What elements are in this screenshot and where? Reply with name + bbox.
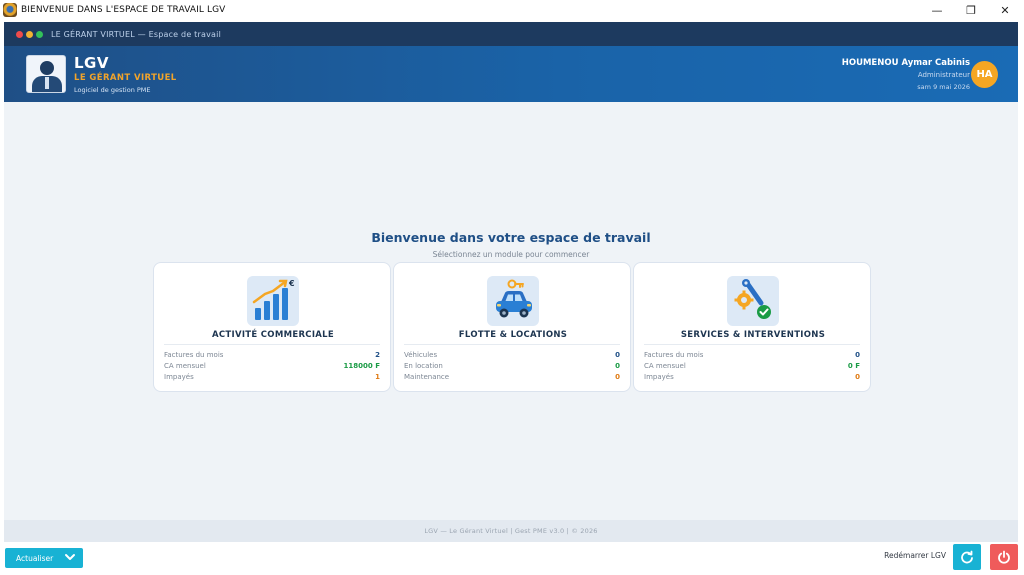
stat-label: Maintenance xyxy=(404,373,450,381)
card-divider xyxy=(164,344,380,345)
stat-row: En location 0 xyxy=(404,362,620,373)
stat-label: Impayés xyxy=(164,373,194,381)
stat-row: Factures du mois 0 xyxy=(644,351,860,362)
restart-button[interactable] xyxy=(953,544,981,570)
module-card-services[interactable]: SERVICES & INTERVENTIONS Factures du moi… xyxy=(633,262,871,392)
stat-value: 0 xyxy=(855,373,860,381)
user-role: Administrateur xyxy=(917,71,970,79)
app-logo-icon xyxy=(3,3,17,17)
window-title-bar: BIENVENUE DANS L'ESPACE DE TRAVAIL LGV —… xyxy=(0,0,1024,20)
stat-value: 2 xyxy=(375,351,380,359)
refresh-label: Actualiser xyxy=(16,553,54,563)
stat-row: Maintenance 0 xyxy=(404,373,620,384)
avatar[interactable]: HA xyxy=(971,61,998,88)
svg-text:€: € xyxy=(288,279,295,288)
logo-person-tie xyxy=(45,77,49,89)
traffic-light-yellow-icon xyxy=(26,30,33,38)
strip-title: LE GÉRANT VIRTUEL — Espace de travail xyxy=(51,29,221,39)
stat-value: 118000 F xyxy=(343,362,380,370)
card-title: SERVICES & INTERVENTIONS xyxy=(680,330,826,340)
stat-label: CA mensuel xyxy=(644,362,686,370)
stat-value: 0 xyxy=(615,351,620,359)
reload-icon xyxy=(961,550,973,564)
close-button[interactable]: ✕ xyxy=(988,0,1022,20)
restore-button[interactable]: ❐ xyxy=(954,0,988,20)
stat-row: CA mensuel 0 F xyxy=(644,362,860,373)
current-date: sam 9 mai 2026 xyxy=(917,83,970,91)
welcome-title: Bienvenue dans votre espace de travail xyxy=(371,230,651,245)
chevron-down-icon[interactable] xyxy=(64,551,76,566)
bar-chart-growth-icon: € xyxy=(247,276,299,326)
minimize-button[interactable]: — xyxy=(920,0,954,20)
stat-value: 0 xyxy=(615,373,620,381)
module-card-fleet[interactable]: FLOTTE & LOCATIONS Véhicules 0 En locati… xyxy=(393,262,631,392)
app-top-strip: LE GÉRANT VIRTUEL — Espace de travail xyxy=(4,22,1018,46)
card-title: ACTIVITÉ COMMERCIALE xyxy=(211,330,334,340)
stat-label: Véhicules xyxy=(404,351,438,359)
traffic-light-green-icon xyxy=(36,30,43,38)
refresh-button[interactable]: Actualiser xyxy=(5,548,83,568)
car-key-icon xyxy=(487,276,539,326)
footer: LGV — Le Gérant Virtuel | Gest PME v3.0 … xyxy=(4,520,1018,542)
stat-label: En location xyxy=(404,362,443,370)
stat-label: CA mensuel xyxy=(164,362,206,370)
stat-row: Factures du mois 2 xyxy=(164,351,380,362)
stat-value: 0 xyxy=(855,351,860,359)
stat-label: Impayés xyxy=(644,373,674,381)
traffic-light-red-icon xyxy=(16,30,23,38)
stat-row: CA mensuel 118000 F xyxy=(164,362,380,373)
restart-label: Redémarrer LGV xyxy=(884,551,946,560)
module-card-commercial[interactable]: € ACTIVITÉ COMMERCIALE Factures du mois … xyxy=(153,262,391,392)
stat-label: Factures du mois xyxy=(164,351,224,359)
quit-button[interactable] xyxy=(990,544,1018,570)
main-content: Bienvenue dans votre espace de travail S… xyxy=(4,102,1018,520)
brand-name: LGV xyxy=(74,54,109,72)
stat-row: Impayés 1 xyxy=(164,373,380,384)
header-banner: LGV LE GÉRANT VIRTUEL Logiciel de gestio… xyxy=(4,46,1018,102)
window-title: BIENVENUE DANS L'ESPACE DE TRAVAIL LGV xyxy=(21,5,226,15)
brand-subtitle: LE GÉRANT VIRTUEL xyxy=(74,73,177,83)
brand-tagline: Logiciel de gestion PME xyxy=(74,86,151,94)
card-title: FLOTTE & LOCATIONS xyxy=(458,330,568,340)
bottom-action-bar: Actualiser Redémarrer LGV xyxy=(0,542,1024,575)
card-divider xyxy=(644,344,860,345)
logo-person-head xyxy=(40,61,54,75)
brand-logo xyxy=(26,55,66,93)
stat-row: Impayés 0 xyxy=(644,373,860,384)
user-name: HOUMENOU Aymar Cabinis xyxy=(841,58,970,68)
stat-value: 0 F xyxy=(847,362,860,370)
stat-row: Véhicules 0 xyxy=(404,351,620,362)
stat-label: Factures du mois xyxy=(644,351,704,359)
power-icon xyxy=(998,550,1010,564)
wrench-gear-check-icon xyxy=(727,276,779,326)
welcome-subtitle: Sélectionnez un module pour commencer xyxy=(432,250,590,259)
stat-value: 1 xyxy=(375,373,380,381)
stat-value: 0 xyxy=(615,362,620,370)
card-divider xyxy=(404,344,620,345)
